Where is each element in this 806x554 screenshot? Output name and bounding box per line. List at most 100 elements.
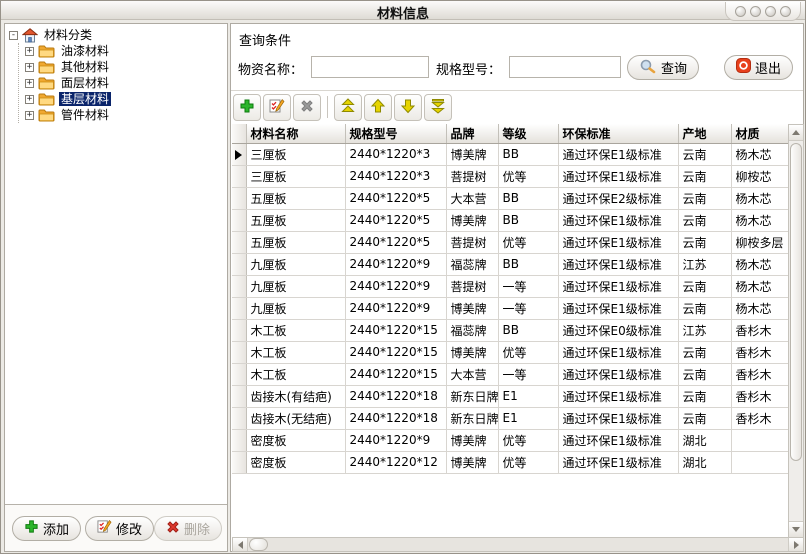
table-cell[interactable]: 2440*1220*3 (345, 165, 446, 187)
horizontal-scrollbar-thumb[interactable] (249, 538, 268, 551)
row-selector[interactable] (232, 297, 246, 319)
table-cell[interactable]: 云南 (678, 363, 731, 385)
table-cell[interactable]: 2440*1220*18 (345, 385, 446, 407)
table-cell[interactable]: 2440*1220*15 (345, 363, 446, 385)
table-cell[interactable]: BB (498, 209, 558, 231)
table-cell[interactable]: 云南 (678, 385, 731, 407)
table-cell[interactable]: BB (498, 187, 558, 209)
table-cell[interactable]: 优等 (498, 165, 558, 187)
row-selector[interactable] (232, 341, 246, 363)
table-cell[interactable]: 杨木芯 (731, 253, 788, 275)
table-cell[interactable]: 通过环保E1级标准 (558, 209, 678, 231)
row-selector[interactable] (232, 187, 246, 209)
table-cell[interactable]: 福蕊牌 (446, 253, 498, 275)
table-cell[interactable]: 云南 (678, 275, 731, 297)
row-selector[interactable] (232, 209, 246, 231)
table-cell[interactable]: 大本营 (446, 187, 498, 209)
tree-item[interactable]: + 油漆材料 (25, 43, 225, 59)
table-cell[interactable]: 2440*1220*9 (345, 429, 446, 451)
move-up-toolbar-button[interactable] (364, 94, 392, 121)
table-row[interactable]: 密度板2440*1220*12博美牌优等通过环保E1级标准湖北 (232, 451, 788, 473)
table-cell[interactable]: 柳桉芯 (731, 165, 788, 187)
table-cell[interactable]: 菩提树 (446, 165, 498, 187)
material-name-input[interactable] (311, 56, 429, 78)
table-cell[interactable]: BB (498, 143, 558, 165)
table-cell[interactable]: 香杉木 (731, 319, 788, 341)
table-row[interactable]: 九厘板2440*1220*9博美牌一等通过环保E1级标准云南杨木芯 (232, 297, 788, 319)
window-control-1-button[interactable] (735, 6, 746, 17)
table-cell[interactable]: 博美牌 (446, 209, 498, 231)
table-cell[interactable]: 2440*1220*15 (345, 341, 446, 363)
table-cell[interactable]: 香杉木 (731, 363, 788, 385)
table-cell[interactable]: 2440*1220*9 (345, 275, 446, 297)
table-cell[interactable]: 通过环保E1级标准 (558, 231, 678, 253)
table-cell[interactable]: 三厘板 (246, 143, 345, 165)
table-cell[interactable]: 2440*1220*5 (345, 209, 446, 231)
table-cell[interactable]: 通过环保E1级标准 (558, 341, 678, 363)
tree-item[interactable]: +其他材料 (25, 59, 225, 75)
table-cell[interactable]: 博美牌 (446, 143, 498, 165)
window-control-2-button[interactable] (750, 6, 761, 17)
vertical-scrollbar[interactable] (788, 124, 804, 538)
spec-input[interactable] (509, 56, 621, 78)
tree-root-label[interactable]: 材料分类 (42, 28, 94, 42)
expand-icon[interactable]: + (25, 111, 34, 120)
table-cell[interactable]: 杨木芯 (731, 209, 788, 231)
table-cell[interactable]: 湖北 (678, 429, 731, 451)
table-cell[interactable]: 博美牌 (446, 429, 498, 451)
expand-icon[interactable]: + (25, 47, 34, 56)
table-cell[interactable]: 2440*1220*9 (345, 253, 446, 275)
table-row[interactable]: 三厘板2440*1220*3菩提树优等通过环保E1级标准云南柳桉芯 (232, 165, 788, 187)
row-selector[interactable] (232, 275, 246, 297)
table-cell[interactable]: 云南 (678, 143, 731, 165)
table-cell[interactable]: 通过环保E1级标准 (558, 275, 678, 297)
table-cell[interactable]: 杨木芯 (731, 143, 788, 165)
table-cell[interactable]: 云南 (678, 341, 731, 363)
table-cell[interactable]: 杨木芯 (731, 275, 788, 297)
table-row[interactable]: 五厘板2440*1220*5博美牌BB通过环保E1级标准云南杨木芯 (232, 209, 788, 231)
table-cell[interactable]: 新东日牌 (446, 385, 498, 407)
table-cell[interactable]: E1 (498, 407, 558, 429)
table-cell[interactable]: 一等 (498, 275, 558, 297)
table-cell[interactable]: 云南 (678, 407, 731, 429)
table-cell[interactable]: 杨木芯 (731, 187, 788, 209)
table-cell[interactable]: 菩提树 (446, 275, 498, 297)
table-row[interactable]: 九厘板2440*1220*9福蕊牌BB通过环保E1级标准江苏杨木芯 (232, 253, 788, 275)
table-cell[interactable]: 五厘板 (246, 209, 345, 231)
current-row-indicator[interactable] (232, 143, 246, 165)
search-button[interactable]: 查询 (627, 55, 699, 80)
scroll-down-button[interactable] (789, 521, 803, 537)
expand-icon[interactable]: + (25, 63, 34, 72)
table-cell[interactable]: 通过环保E1级标准 (558, 363, 678, 385)
exit-button[interactable]: 退出 (724, 55, 793, 80)
table-cell[interactable]: 五厘板 (246, 187, 345, 209)
column-header[interactable]: 产地 (678, 124, 731, 143)
scroll-up-button[interactable] (789, 125, 803, 141)
table-row[interactable]: 木工板2440*1220*15福蕊牌BB通过环保E0级标准江苏香杉木 (232, 319, 788, 341)
table-cell[interactable]: 云南 (678, 165, 731, 187)
table-cell[interactable]: 博美牌 (446, 297, 498, 319)
table-cell[interactable]: 2440*1220*12 (345, 451, 446, 473)
table-row[interactable]: 齿接木(无结疤)2440*1220*18新东日牌E1通过环保E1级标准云南香杉木 (232, 407, 788, 429)
table-cell[interactable]: 通过环保E2级标准 (558, 187, 678, 209)
move-top-toolbar-button[interactable] (334, 94, 362, 121)
table-cell[interactable]: 香杉木 (731, 341, 788, 363)
table-cell[interactable]: 齿接木(无结疤) (246, 407, 345, 429)
table-cell[interactable]: 杨木芯 (731, 297, 788, 319)
row-selector[interactable] (232, 407, 246, 429)
table-cell[interactable]: 通过环保E1级标准 (558, 385, 678, 407)
table-cell[interactable]: 2440*1220*5 (345, 231, 446, 253)
row-selector[interactable] (232, 253, 246, 275)
row-selector[interactable] (232, 385, 246, 407)
table-cell[interactable]: 2440*1220*9 (345, 297, 446, 319)
table-cell[interactable]: 五厘板 (246, 231, 345, 253)
tree-item-label[interactable]: 油漆材料 (59, 44, 111, 58)
table-cell[interactable]: 博美牌 (446, 451, 498, 473)
window-control-3-button[interactable] (765, 6, 776, 17)
scroll-right-button[interactable] (788, 538, 803, 551)
table-cell[interactable]: 湖北 (678, 451, 731, 473)
table-cell[interactable]: 密度板 (246, 451, 345, 473)
row-selector[interactable] (232, 231, 246, 253)
table-cell[interactable]: 柳桉多层 (731, 231, 788, 253)
table-cell[interactable]: 木工板 (246, 363, 345, 385)
